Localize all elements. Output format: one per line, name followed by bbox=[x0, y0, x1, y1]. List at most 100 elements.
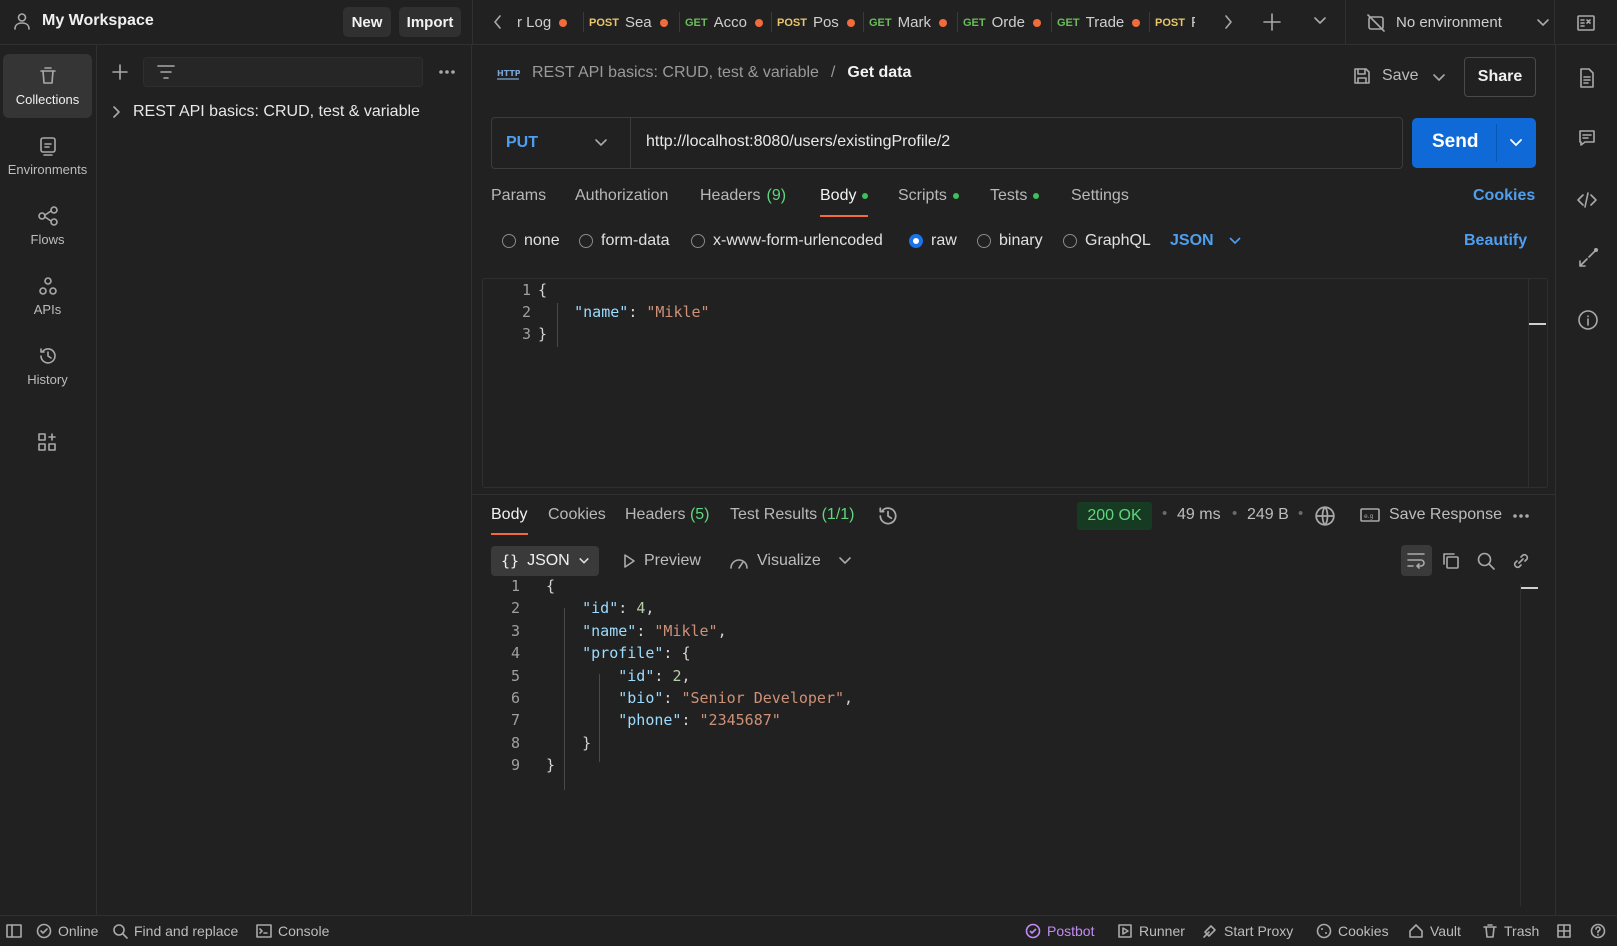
response-more-icon[interactable] bbox=[1512, 513, 1530, 519]
request-tab[interactable]: GET Orde bbox=[963, 0, 1059, 45]
visualize-button[interactable]: Visualize bbox=[729, 552, 821, 570]
new-button[interactable]: New bbox=[343, 7, 391, 37]
tab-tests[interactable]: Tests bbox=[990, 187, 1040, 205]
share-button[interactable]: Share bbox=[1464, 57, 1536, 97]
network-globe-icon[interactable] bbox=[1314, 505, 1336, 527]
radio-urlencoded[interactable]: x-www-form-urlencoded bbox=[691, 232, 883, 250]
tab-settings[interactable]: Settings bbox=[1071, 187, 1129, 205]
request-tab[interactable]: r Log bbox=[517, 0, 591, 45]
add-collection-plus-icon[interactable] bbox=[112, 64, 128, 80]
response-body-viewer[interactable]: 1{2 "id": 4, 3 "name": "Mikle", 4 "profile… bbox=[482, 577, 1548, 906]
request-tab[interactable]: POST Pos bbox=[777, 0, 873, 45]
link-icon[interactable] bbox=[1511, 551, 1531, 571]
tab-body[interactable]: Body bbox=[820, 187, 869, 205]
response-size[interactable]: 249 B bbox=[1247, 506, 1289, 524]
save-response-button[interactable]: e.g Save Response bbox=[1359, 505, 1502, 525]
radio-binary[interactable]: binary bbox=[977, 232, 1043, 250]
import-button[interactable]: Import bbox=[399, 7, 461, 37]
start-proxy-button[interactable]: Start Proxy bbox=[1202, 923, 1293, 939]
response-tab-test-results[interactable]: Test Results (1/1) bbox=[730, 506, 855, 524]
help-icon[interactable] bbox=[1590, 923, 1606, 939]
visualize-options-chevron-icon[interactable] bbox=[838, 556, 852, 566]
visualize-label: Visualize bbox=[757, 552, 821, 569]
tab-headers-label: Headers bbox=[700, 187, 761, 204]
search-icon[interactable] bbox=[1476, 551, 1496, 571]
configure-sidebar-icon[interactable] bbox=[37, 432, 57, 452]
environment-selector[interactable]: No environment bbox=[1345, 0, 1555, 45]
request-body-editor[interactable]: 1 {2 "name": "Mikle" 3} bbox=[482, 278, 1548, 488]
radio-graphql[interactable]: GraphQL bbox=[1063, 232, 1151, 250]
preview-button[interactable]: Preview bbox=[622, 552, 701, 570]
response-history-icon[interactable] bbox=[877, 505, 899, 527]
response-tab-headers[interactable]: Headers (5) bbox=[625, 506, 710, 524]
documentation-icon[interactable] bbox=[1577, 67, 1597, 89]
radio-raw[interactable]: raw bbox=[909, 232, 957, 250]
viewer-scrollbar-thumb[interactable] bbox=[1521, 587, 1538, 589]
send-options-chevron-icon[interactable] bbox=[1509, 138, 1523, 148]
rail-item-environments[interactable]: Environments bbox=[3, 124, 92, 188]
runner-button[interactable]: Runner bbox=[1117, 923, 1185, 939]
request-title[interactable]: Get data bbox=[847, 64, 911, 82]
code-icon[interactable] bbox=[1576, 191, 1598, 209]
response-tab-cookies[interactable]: Cookies bbox=[548, 506, 606, 524]
comments-icon[interactable] bbox=[1577, 128, 1597, 148]
rail-item-history[interactable]: History bbox=[3, 334, 92, 398]
tabs-overflow-chevron-icon[interactable] bbox=[1313, 16, 1327, 26]
request-tab[interactable]: POST Sea bbox=[589, 0, 685, 45]
send-button[interactable]: Send bbox=[1412, 118, 1536, 168]
rail-item-apis[interactable]: APIs bbox=[3, 264, 92, 328]
status-badge[interactable]: 200 OK bbox=[1077, 502, 1152, 530]
tabs-scroll-left-icon[interactable] bbox=[493, 14, 503, 30]
find-and-replace-button[interactable]: Find and replace bbox=[112, 923, 238, 939]
response-time[interactable]: 49 ms bbox=[1177, 506, 1221, 524]
cookies-link[interactable]: Cookies bbox=[1473, 187, 1535, 205]
tab-params[interactable]: Params bbox=[491, 187, 546, 205]
workspace-switcher[interactable]: My Workspace bbox=[12, 11, 154, 31]
tab-headers[interactable]: Headers (9) bbox=[700, 187, 786, 205]
request-tab[interactable]: POST F bbox=[1155, 0, 1195, 45]
new-tab-plus-icon[interactable] bbox=[1263, 13, 1281, 31]
url-input[interactable]: http://localhost:8080/users/existingProf… bbox=[646, 133, 950, 151]
request-tab[interactable]: GET Acco bbox=[685, 0, 781, 45]
tab-authorization[interactable]: Authorization bbox=[575, 187, 668, 205]
save-options-chevron-icon[interactable] bbox=[1432, 73, 1446, 83]
code-token: "2345687" bbox=[699, 711, 781, 730]
pane-divider[interactable] bbox=[472, 494, 1555, 495]
related-collections-icon[interactable] bbox=[1577, 247, 1599, 269]
trash-button[interactable]: Trash bbox=[1482, 923, 1539, 939]
cookies-button[interactable]: Cookies bbox=[1316, 923, 1389, 939]
collection-item[interactable]: REST API basics: CRUD, test & variable bbox=[111, 103, 420, 121]
more-options-icon[interactable] bbox=[438, 69, 456, 75]
unsaved-changes-dot bbox=[659, 18, 668, 27]
save-button[interactable]: Save bbox=[1352, 66, 1418, 86]
response-format-selector[interactable]: {} JSON bbox=[491, 546, 599, 576]
method-selector[interactable]: PUT bbox=[492, 118, 631, 168]
body-format-selector[interactable]: JSON bbox=[1170, 232, 1242, 250]
radio-form-data[interactable]: form-data bbox=[579, 232, 669, 250]
collection-filter-input[interactable] bbox=[143, 57, 423, 87]
rail-item-collections[interactable]: Collections bbox=[3, 54, 92, 118]
radio-none[interactable]: none bbox=[502, 232, 560, 250]
copy-icon[interactable] bbox=[1441, 551, 1461, 571]
environment-quicklook-icon[interactable] bbox=[1576, 13, 1596, 33]
toggle-sidebar-icon[interactable] bbox=[6, 923, 22, 939]
online-status[interactable]: Online bbox=[36, 923, 98, 939]
console-button[interactable]: Console bbox=[256, 923, 329, 939]
tab-scripts[interactable]: Scripts bbox=[898, 187, 959, 205]
layout-toggle-icon[interactable] bbox=[1556, 923, 1572, 939]
vault-button[interactable]: Vault bbox=[1408, 923, 1461, 939]
rail-item-flows[interactable]: Flows bbox=[3, 194, 92, 258]
wrap-lines-button[interactable] bbox=[1401, 545, 1432, 576]
breadcrumb-collection[interactable]: REST API basics: CRUD, test & variable bbox=[532, 64, 819, 82]
request-tab[interactable]: GET Mark bbox=[869, 0, 965, 45]
response-tab-body[interactable]: Body bbox=[491, 506, 527, 524]
beautify-button[interactable]: Beautify bbox=[1464, 232, 1527, 250]
info-icon[interactable] bbox=[1577, 309, 1599, 331]
tabs-scroll-right-icon[interactable] bbox=[1223, 14, 1233, 30]
editor-scrollbar-track bbox=[1528, 279, 1529, 487]
editor-scrollbar-thumb[interactable] bbox=[1529, 323, 1546, 325]
tab-separator bbox=[1149, 12, 1150, 32]
request-tab[interactable]: GET Trade bbox=[1057, 0, 1153, 45]
unsaved-changes-dot bbox=[1132, 18, 1141, 27]
postbot-button[interactable]: Postbot bbox=[1025, 923, 1094, 939]
